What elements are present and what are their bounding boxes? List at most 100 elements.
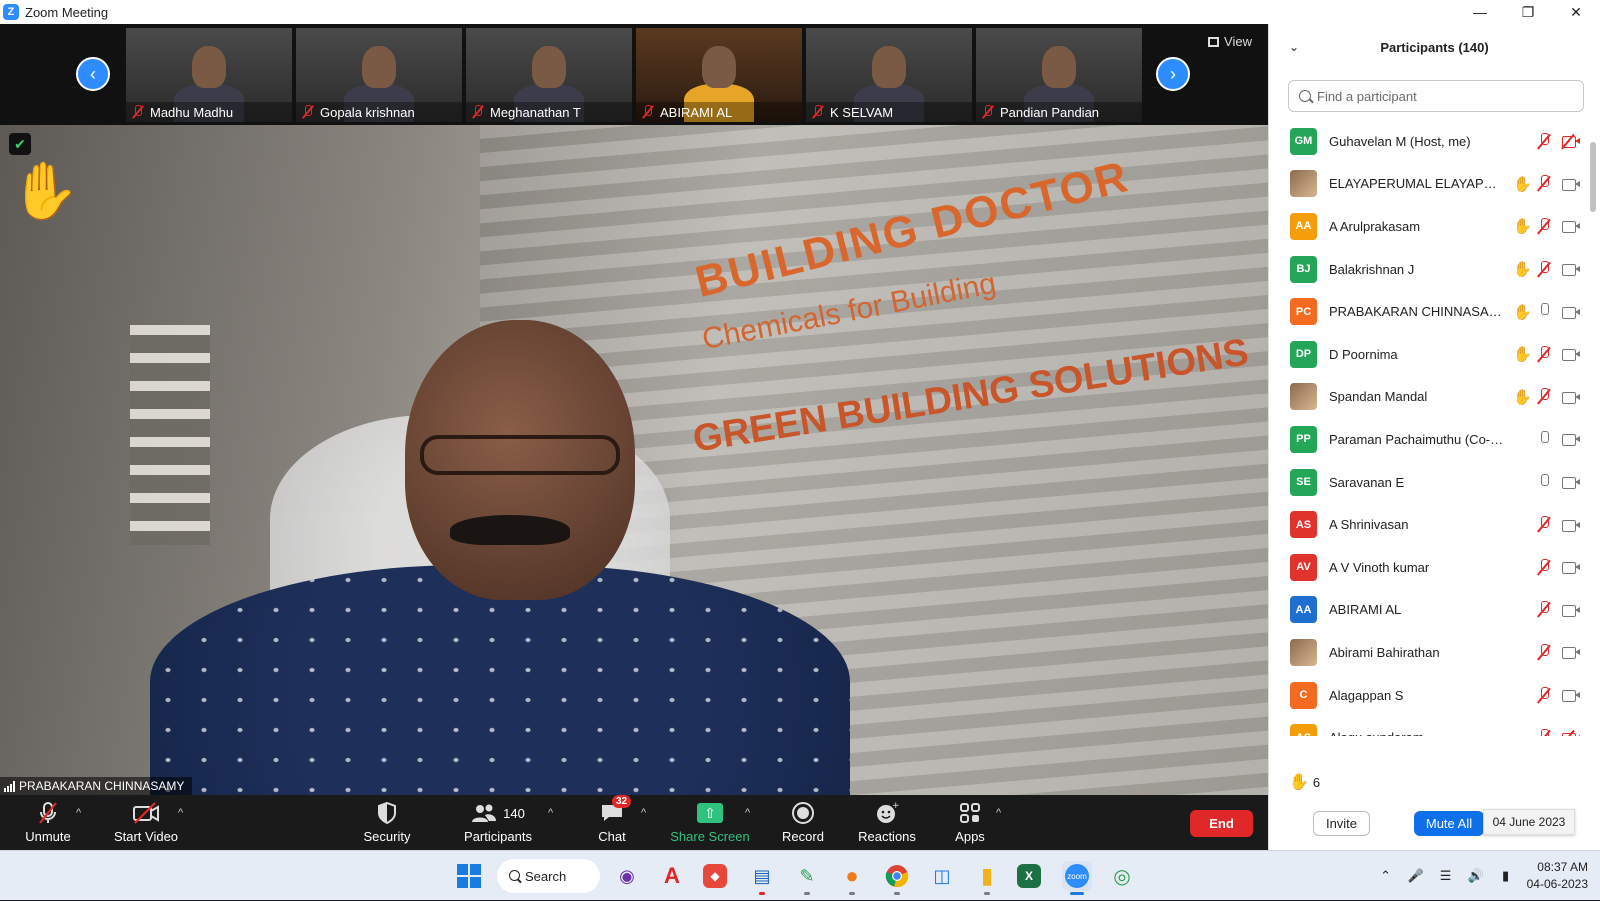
video-camera-icon: [1562, 348, 1580, 362]
anydesk-icon[interactable]: ◆: [703, 864, 727, 888]
chat-options-caret-icon[interactable]: ^: [641, 807, 646, 819]
video-thumbnail[interactable]: Pandian Pandian: [976, 28, 1142, 122]
excel-icon[interactable]: X: [1017, 864, 1041, 888]
invite-button[interactable]: Invite: [1313, 811, 1370, 836]
participant-row[interactable]: AS Alagu sundaram: [1269, 716, 1589, 736]
mic-icon[interactable]: [1537, 303, 1551, 320]
github-icon[interactable]: ◉: [612, 861, 642, 891]
end-meeting-button[interactable]: End: [1190, 810, 1253, 837]
participant-row[interactable]: C Alagappan S: [1269, 674, 1589, 717]
security-button[interactable]: Security: [361, 799, 413, 847]
audio-options-caret-icon[interactable]: ^: [76, 807, 81, 819]
zoom-taskbar-button[interactable]: zoom: [1062, 861, 1092, 895]
start-button[interactable]: [454, 861, 484, 891]
mic-muted-icon[interactable]: [1537, 643, 1551, 661]
chat-unread-badge: 32: [612, 795, 632, 808]
thumbnail-name: ABIRAMI AL: [660, 104, 733, 120]
video-thumbnail[interactable]: Gopala krishnan: [296, 28, 462, 122]
apps-options-caret-icon[interactable]: ^: [996, 807, 1001, 819]
mic-muted-icon[interactable]: [1537, 558, 1551, 576]
participant-list-scrollbar[interactable]: [1590, 142, 1596, 212]
battery-icon[interactable]: ▮: [1495, 866, 1517, 886]
mic-muted-icon[interactable]: [1537, 729, 1551, 736]
participant-row[interactable]: GM Guhavelan M (Host, me): [1269, 120, 1589, 163]
video-camera-icon: [1562, 433, 1580, 447]
globe-app-icon[interactable]: ◎: [1107, 861, 1137, 891]
mic-muted-icon[interactable]: [1537, 516, 1551, 533]
participant-row[interactable]: BJ Balakrishnan J ✋: [1269, 248, 1589, 291]
participant-row[interactable]: AA ABIRAMI AL: [1269, 589, 1589, 632]
participant-row[interactable]: AA A Arulprakasam ✋: [1269, 205, 1589, 248]
microphone-in-use-icon[interactable]: 🎤: [1405, 866, 1427, 886]
mic-icon[interactable]: [1537, 430, 1551, 448]
mic-muted-icon[interactable]: [1537, 686, 1551, 704]
remote-desktop-icon[interactable]: ◫: [927, 861, 957, 891]
taskbar-clock[interactable]: 08:37 AM 04-06-2023: [1521, 859, 1600, 893]
editor-icon[interactable]: ✎: [792, 861, 822, 895]
video-thumbnail[interactable]: Madhu Madhu: [126, 28, 292, 122]
video-thumbnail[interactable]: ABIRAMI AL: [636, 28, 802, 122]
participants-options-caret-icon[interactable]: ^: [548, 807, 553, 819]
record-button[interactable]: Record: [780, 799, 826, 847]
mic-muted-icon[interactable]: [1537, 260, 1551, 278]
participant-row[interactable]: Spandan Mandal ✋: [1269, 376, 1589, 419]
video-thumbnail[interactable]: Meghanathan T: [466, 28, 632, 122]
video-thumbnail[interactable]: K SELVAM: [806, 28, 972, 122]
participant-row[interactable]: AS A Shrinivasan: [1269, 503, 1589, 546]
file-explorer-icon[interactable]: ▮: [972, 861, 1002, 895]
apps-button[interactable]: Apps: [952, 799, 988, 847]
mic-muted-icon[interactable]: [1537, 132, 1551, 150]
participants-label: Participants: [464, 829, 532, 844]
avatar: AV: [1290, 553, 1317, 581]
participant-row[interactable]: ELAYAPERUMAL ELAYAPERU... ✋: [1269, 163, 1589, 206]
chrome-icon[interactable]: [882, 861, 912, 895]
participant-list[interactable]: GM Guhavelan M (Host, me) ELAYAPERUMAL ELA…: [1269, 120, 1589, 736]
view-button[interactable]: View: [1208, 34, 1252, 49]
prev-page-arrow-button[interactable]: ‹: [76, 57, 110, 91]
participant-search-input[interactable]: [1317, 88, 1567, 104]
close-button[interactable]: ✕: [1552, 0, 1600, 24]
participant-row[interactable]: Abirami Bahirathan: [1269, 631, 1589, 674]
window-blinds: [130, 325, 210, 545]
participant-search-box[interactable]: [1288, 80, 1584, 112]
wifi-icon[interactable]: ☰: [1435, 866, 1457, 886]
participant-row[interactable]: DP D Poornima ✋: [1269, 333, 1589, 376]
acrobat-icon[interactable]: A: [657, 861, 687, 891]
raised-hand-icon: ✋: [1513, 346, 1532, 364]
mic-muted-icon[interactable]: [1537, 601, 1551, 618]
volume-icon[interactable]: 🔊: [1465, 866, 1487, 886]
participants-button[interactable]: 140 Participants: [461, 799, 535, 847]
participant-status-icons: [1513, 728, 1589, 736]
mic-muted-icon[interactable]: [1537, 175, 1551, 192]
video-camera-icon: [1562, 391, 1580, 404]
unmute-button[interactable]: Unmute: [22, 799, 74, 847]
participant-name: A V Vinoth kumar: [1329, 559, 1430, 575]
taskbar-search-box[interactable]: Search: [497, 859, 600, 893]
share-options-caret-icon[interactable]: ^: [745, 807, 750, 819]
mic-muted-icon[interactable]: [1537, 345, 1551, 363]
mic-muted-icon[interactable]: [1537, 388, 1551, 405]
video-options-caret-icon[interactable]: ^: [178, 807, 183, 819]
participant-status-icons: [1513, 557, 1589, 577]
participant-row[interactable]: PC PRABAKARAN CHINNASAMY ✋: [1269, 290, 1589, 333]
participant-row[interactable]: SE Saravanan E: [1269, 461, 1589, 504]
start-video-button[interactable]: Start Video: [111, 799, 181, 847]
restore-button[interactable]: ❐: [1504, 0, 1552, 24]
firefox-icon[interactable]: ●: [837, 861, 867, 895]
reactions-button[interactable]: + Reactions: [858, 799, 916, 847]
tray-overflow-chevron-icon[interactable]: ⌃: [1375, 866, 1397, 886]
participant-row[interactable]: PP Paraman Pachaimuthu (Co-host): [1269, 418, 1589, 461]
participant-name: Balakrishnan J: [1329, 261, 1415, 277]
encryption-shield-icon[interactable]: ✔: [9, 133, 31, 155]
next-page-arrow-button[interactable]: ›: [1156, 57, 1190, 91]
files-app-icon[interactable]: ▤: [747, 861, 777, 895]
chat-button[interactable]: 32 Chat: [594, 795, 632, 847]
mic-icon[interactable]: [1537, 473, 1551, 491]
share-screen-button[interactable]: ⇧ Share Screen: [670, 799, 750, 847]
collapse-panel-chevron-icon[interactable]: ⌄: [1289, 40, 1299, 54]
minimize-button[interactable]: —: [1456, 0, 1504, 24]
participant-row[interactable]: AV A V Vinoth kumar: [1269, 546, 1589, 589]
thumbnail-strip: ‹ Madhu Madhu Gopala krishnan Meghanatha…: [0, 24, 1268, 125]
mic-muted-icon[interactable]: [1537, 217, 1551, 235]
mute-all-button[interactable]: Mute All: [1414, 811, 1484, 836]
